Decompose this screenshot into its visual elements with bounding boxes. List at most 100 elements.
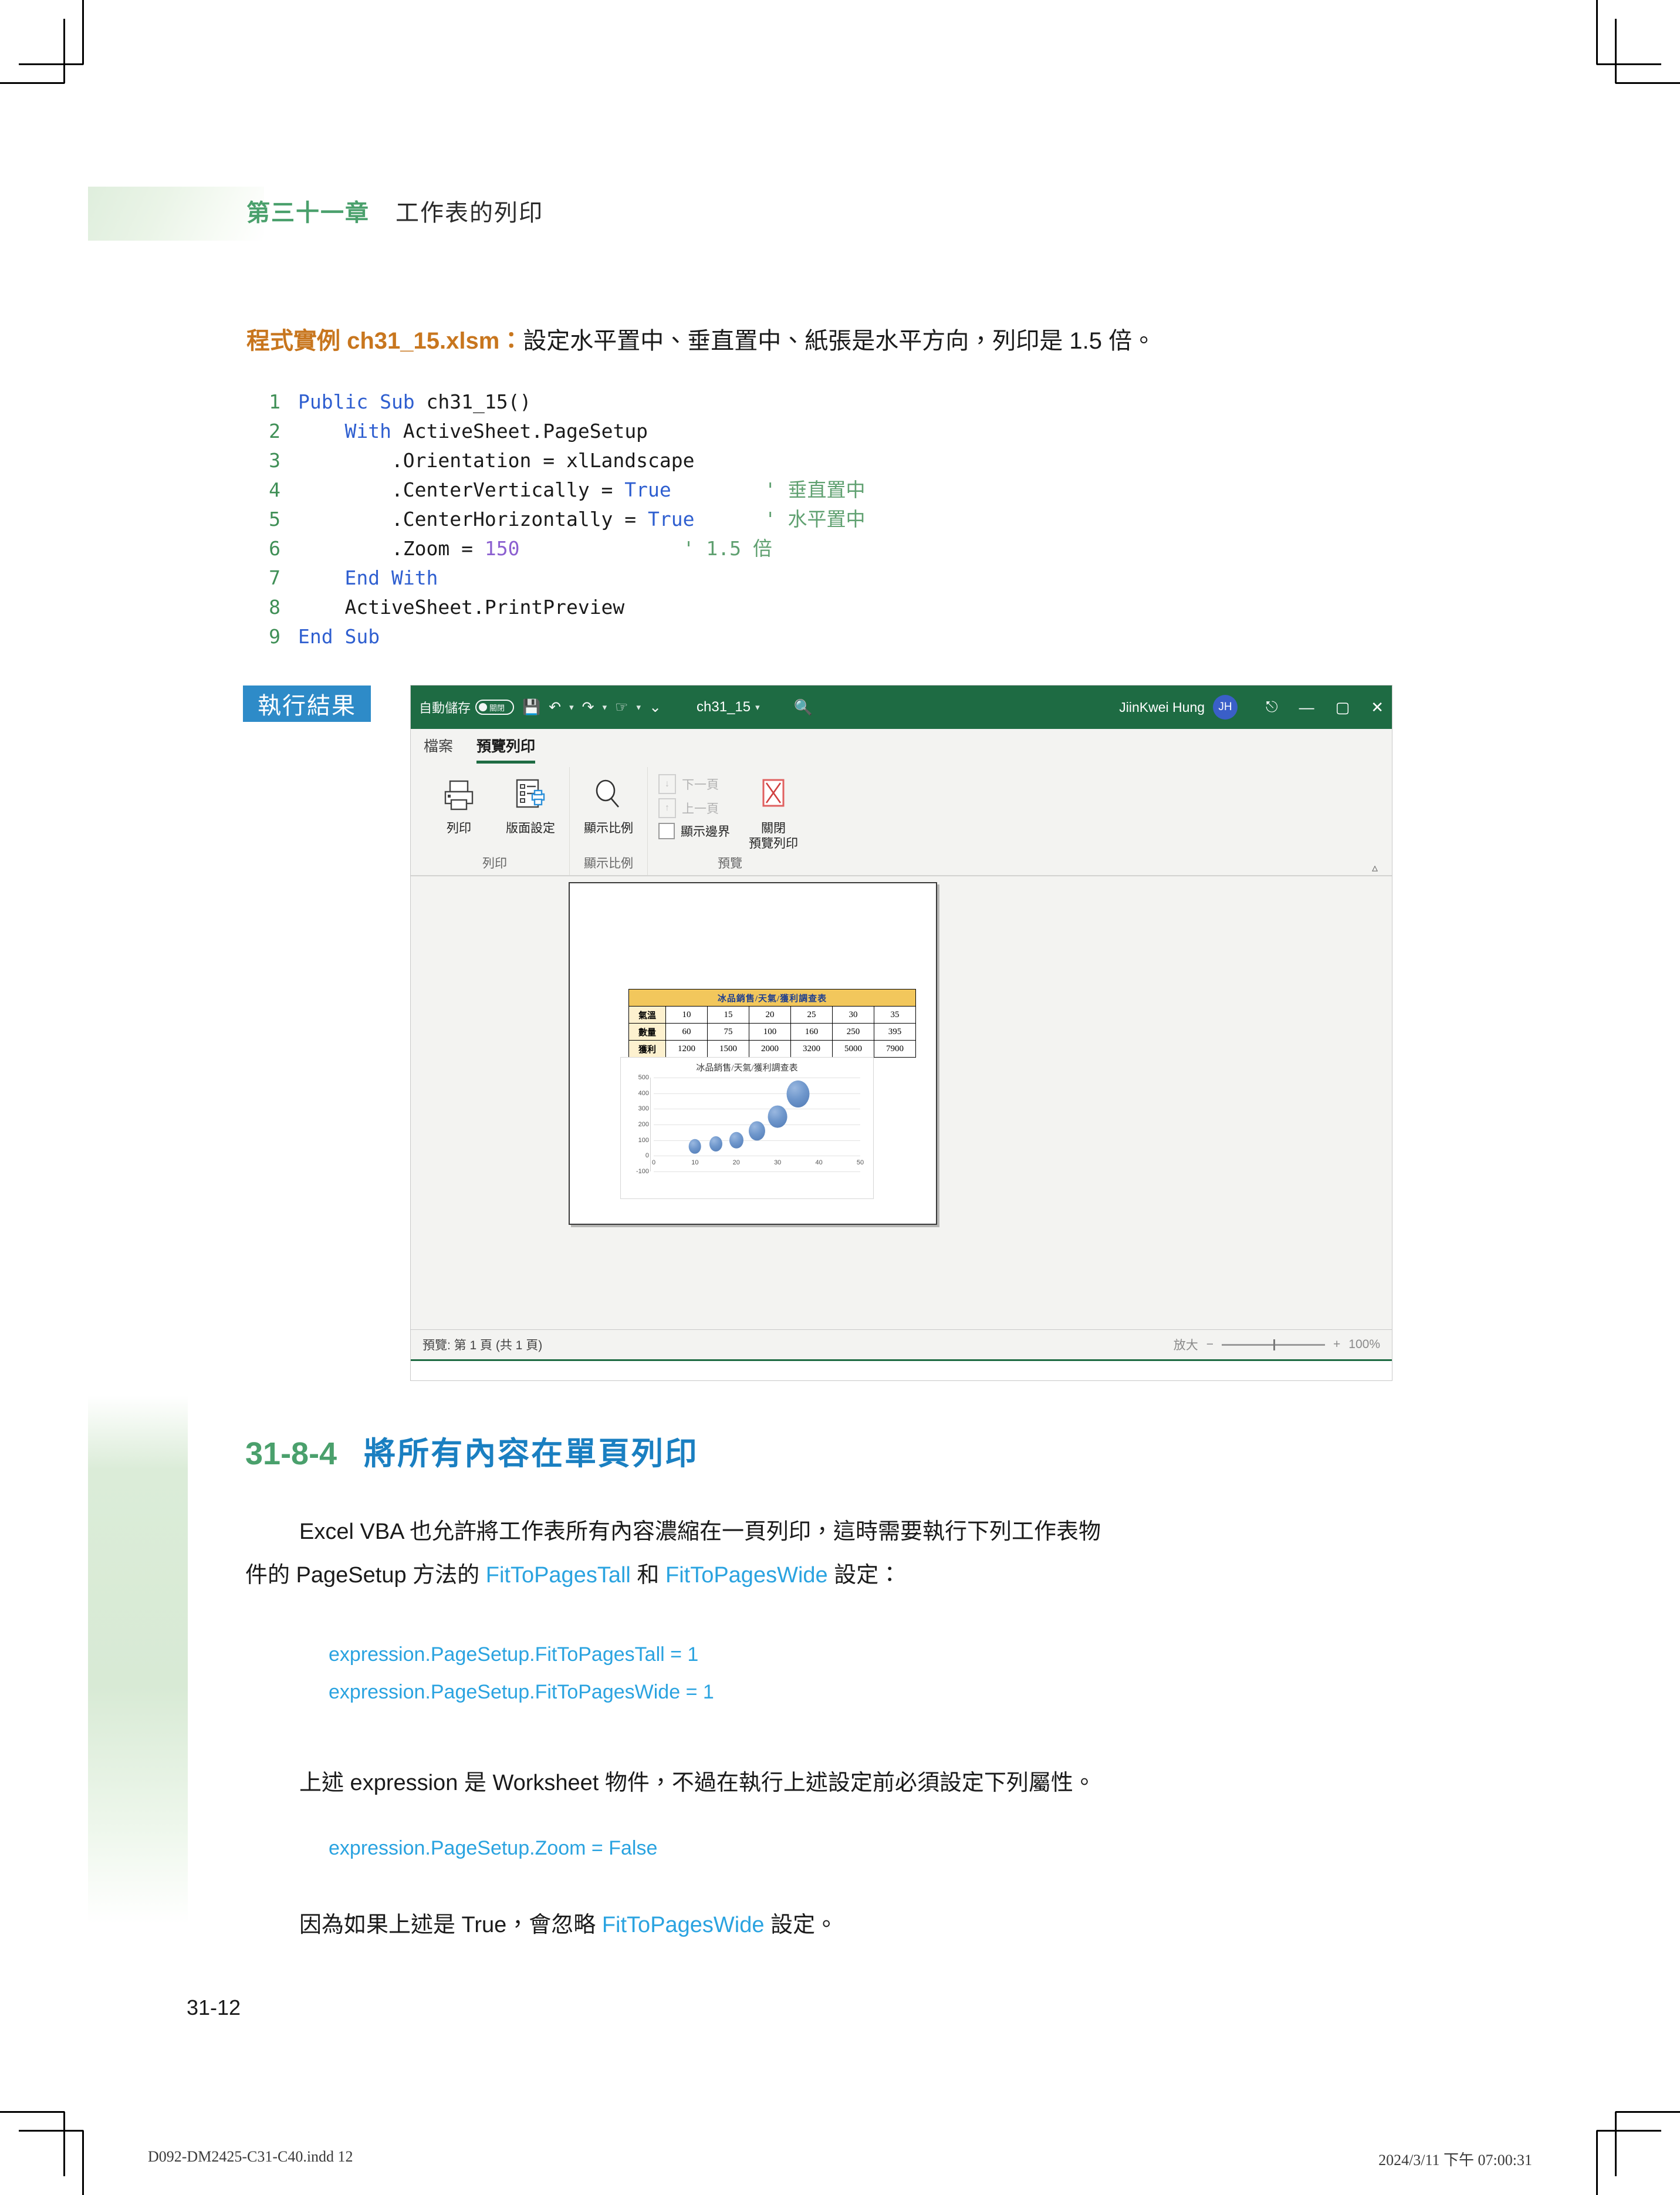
previous-page-icon: ↑ (658, 798, 676, 818)
program-example-description: 設定水平置中、垂直置中、紙張是水平方向，列印是 1.5 倍。 (523, 328, 1156, 354)
zoom-slider[interactable] (1222, 1339, 1326, 1350)
chevron-decoration-2 (88, 1724, 188, 1853)
cell-qty-4: 250 (832, 1023, 874, 1041)
zoom-in-button[interactable]: + (1333, 1338, 1340, 1352)
close-button[interactable]: ✕ (1371, 698, 1384, 717)
redo-chevron-down-icon[interactable]: ▾ (603, 702, 607, 712)
avatar[interactable]: JH (1213, 695, 1238, 720)
chart-x-tick-label: 40 (815, 1159, 823, 1167)
autosave-label: 自動儲存 (419, 701, 471, 715)
chart-x-tick-label: 20 (732, 1159, 740, 1167)
close-preview-button[interactable]: 關閉 預覽列印 (745, 772, 802, 852)
code-token: ch31_15() (426, 390, 532, 413)
chart-y-tick-label: 0 (645, 1152, 649, 1160)
code-token: End With (344, 566, 438, 589)
show-margins-label: 顯示邊界 (681, 825, 730, 839)
ribbon-group-preview: ↓ 下一頁 ↑ 上一頁 顯示邊界 關閉 預覽列印 預覽 (647, 767, 812, 875)
chart-y-axis (650, 1078, 651, 1171)
search-icon[interactable]: 🔍 (794, 698, 813, 717)
chart-bubble (748, 1121, 766, 1141)
undo-chevron-down-icon[interactable]: ▾ (569, 702, 574, 712)
cell-profit-2: 2000 (749, 1040, 791, 1058)
previous-page-button[interactable]: ↑ 上一頁 (658, 798, 730, 818)
close-preview-label-line1: 關閉 (761, 822, 786, 835)
show-margins-checkbox-row[interactable]: 顯示邊界 (658, 822, 730, 840)
cell-profit-4: 5000 (832, 1040, 874, 1058)
autosave-toggle[interactable]: 關閉 (475, 700, 515, 715)
footer-file-info: D092-DM2425-C31-C40.indd 12 (148, 2148, 353, 2165)
chart-gridline (654, 1093, 860, 1094)
undo-icon[interactable]: ↶ (549, 698, 561, 716)
window-controls: ⎋ — ▢ ✕ (1266, 698, 1384, 717)
code-token: ' 垂直置中 (764, 478, 866, 501)
chart-gridline (654, 1171, 860, 1172)
ribbon-display-options-icon[interactable]: ⎋ (1266, 698, 1278, 717)
crop-mark-bottom-left-h (0, 2111, 65, 2113)
autosave-control[interactable]: 自動儲存 關閉 (419, 698, 515, 717)
user-account[interactable]: JiinKwei Hung JH (1119, 695, 1238, 720)
chevron-decoration-1 (88, 1460, 188, 1589)
zoom-control: 放大 − + 100% (1174, 1336, 1380, 1353)
code-line-number: 2 (269, 420, 280, 443)
save-icon[interactable]: 💾 (522, 699, 540, 716)
cell-temp-5: 35 (874, 1006, 916, 1024)
code-line-number: 3 (269, 449, 280, 472)
maximize-button[interactable]: ▢ (1336, 698, 1350, 717)
paragraph-1-pre: 件的 PageSetup 方法的 (245, 1563, 486, 1588)
cell-temp-4: 30 (832, 1006, 874, 1024)
next-page-button[interactable]: ↓ 下一頁 (658, 774, 730, 794)
redo-icon[interactable]: ↷ (582, 698, 594, 716)
page-number: 31-12 (187, 1995, 241, 2020)
cell-profit-5: 7900 (874, 1040, 916, 1058)
table-row: 數量 60 75 100 160 250 395 (628, 1023, 916, 1041)
code-line-number: 6 (269, 537, 280, 560)
ribbon-group-preview-label: 預覽 (718, 857, 742, 870)
code-token: Public Sub (298, 390, 427, 413)
document-chevron-down-icon[interactable]: ▾ (755, 702, 760, 712)
cell-profit-3: 3200 (790, 1040, 833, 1058)
zoom-percentage[interactable]: 100% (1348, 1338, 1380, 1352)
ribbon-tab-strip: 檔案 預覽列印 (411, 729, 1392, 764)
tab-file[interactable]: 檔案 (424, 735, 453, 764)
zoom-out-button[interactable]: − (1206, 1338, 1213, 1352)
close-preview-label-line2: 預覽列印 (749, 837, 798, 850)
excel-title-bar: 自動儲存 關閉 💾 ↶ ▾ ↷ ▾ ☞ ▾ ⌄ ch31_15 ▾ 🔍 Jiin… (411, 685, 1392, 729)
section-number: 31-8-4 (245, 1436, 337, 1471)
minimize-button[interactable]: — (1299, 698, 1314, 717)
chart-bubble (729, 1132, 743, 1149)
chevron-decoration-3 (88, 1842, 188, 1924)
code-line-number: 9 (269, 625, 280, 648)
chevron-up-icon[interactable]: ▵ (1372, 860, 1382, 875)
touch-chevron-down-icon[interactable]: ▾ (637, 702, 641, 712)
zoom-slider-knob[interactable] (1273, 1339, 1276, 1350)
autosave-state-label: 關閉 (489, 703, 505, 712)
crop-mark-bottom-left-v (82, 2130, 84, 2195)
paragraph-3: 因為如果上述是 True，會忽略 FitToPagesWide 設定。 (299, 1906, 837, 1944)
table-title: 冰品銷售/天氣/獲利調查表 (628, 989, 916, 1007)
row-header-quantity: 數量 (628, 1023, 666, 1041)
more-commands-icon[interactable]: ⌄ (649, 698, 661, 716)
tab-print-preview[interactable]: 預覽列印 (476, 735, 536, 764)
chapter-title: 工作表的列印 (396, 200, 543, 226)
chart-y-tick-label: 500 (638, 1074, 649, 1081)
chapter-number: 第三十一章 (246, 200, 370, 226)
show-margins-checkbox[interactable] (658, 823, 675, 839)
crop-mark-bottom-right-v (1596, 2130, 1598, 2195)
program-example-label: 程式實例 ch31_15.xlsm： (246, 328, 523, 354)
chart-x-tick-label: 30 (774, 1159, 782, 1167)
section-heading: 31-8-4 將所有內容在單頁列印 (245, 1427, 698, 1474)
close-preview-button-label: 關閉 預覽列印 (749, 821, 798, 852)
chart-bubble (689, 1139, 701, 1154)
zoom-button[interactable]: 顯示比例 (580, 772, 637, 836)
code-line: 8 ActiveSheet.PrintPreview (245, 593, 865, 622)
cell-profit-1: 1500 (707, 1040, 749, 1058)
chart-y-tick-label: 400 (638, 1089, 649, 1097)
code-token: ActiveSheet.PrintPreview (298, 596, 625, 619)
crop-mark-top-left-inner-h (19, 63, 83, 65)
document-name[interactable]: ch31_15 ▾ (697, 699, 760, 715)
page-setup-button[interactable]: 版面設定 (502, 772, 559, 836)
crop-mark-bottom-right-inner-h (1597, 2130, 1661, 2132)
touch-mode-icon[interactable]: ☞ (615, 698, 628, 716)
print-button[interactable]: 列印 (431, 772, 487, 836)
